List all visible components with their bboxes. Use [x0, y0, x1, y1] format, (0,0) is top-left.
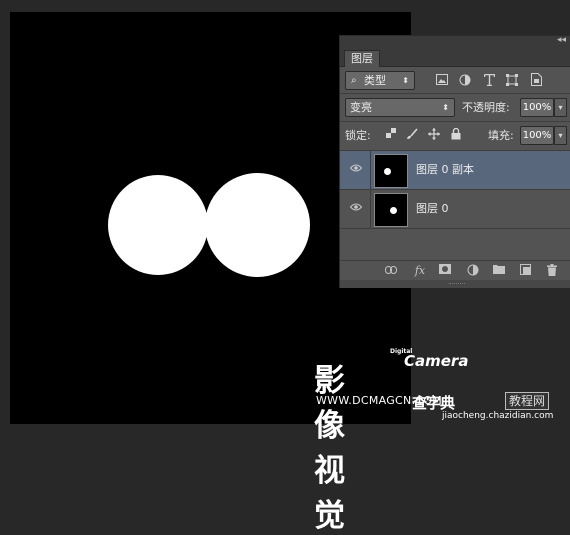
resize-grip[interactable] — [340, 280, 570, 288]
panel-header: ◂◂ — [340, 35, 570, 49]
watermark-chazidian: 查字典 教程网 jiaocheng.chazidian.com — [412, 392, 567, 422]
layer-name[interactable]: 图层 0 — [416, 201, 449, 217]
lock-all-icon[interactable] — [449, 127, 463, 142]
blend-row: 变亮 ⬍ 不透明度: 100% ▾ — [340, 94, 570, 121]
layer-thumbnail[interactable] — [374, 193, 408, 227]
shape-filter-icon[interactable] — [504, 71, 520, 88]
site-url: jiaocheng.chazidian.com — [442, 411, 554, 421]
opacity-input[interactable]: 100% — [520, 98, 554, 117]
tab-layers[interactable]: 图层 — [344, 50, 380, 67]
new-group-icon[interactable] — [492, 264, 506, 278]
layer-name[interactable]: 图层 0 副本 — [416, 162, 474, 178]
fill-label: 填充: — [488, 129, 514, 142]
lock-row: 锁定: 填充: 100% ▾ — [340, 122, 570, 149]
lock-brush-icon[interactable] — [405, 128, 419, 142]
blend-mode-label: 变亮 — [350, 101, 372, 114]
watermark-chinese: 影像视觉 — [314, 363, 345, 534]
site-tag: 教程网 — [505, 392, 550, 410]
new-layer-icon[interactable] — [518, 264, 532, 278]
search-icon: ⌕ — [351, 75, 357, 86]
fill-input[interactable]: 100% — [520, 126, 554, 145]
link-layers-icon[interactable] — [384, 264, 398, 278]
fx-icon[interactable]: fx — [413, 264, 427, 278]
white-circle-left — [108, 175, 208, 275]
fill-dropdown-icon[interactable]: ▾ — [554, 126, 567, 145]
panel-tabbar: 图层 — [340, 49, 570, 67]
lock-label: 锁定: — [345, 129, 371, 142]
lock-move-icon[interactable] — [427, 128, 441, 142]
lock-transparent-icon[interactable] — [384, 128, 398, 142]
blend-mode-select[interactable]: 变亮 ⬍ — [345, 98, 455, 117]
trash-icon[interactable] — [545, 264, 559, 278]
adjustment-layer-icon[interactable] — [466, 264, 480, 278]
opacity-dropdown-icon[interactable]: ▾ — [554, 98, 567, 117]
adjustment-filter-icon[interactable] — [457, 71, 473, 88]
select-arrows-icon: ⬍ — [402, 76, 409, 85]
image-filter-icon[interactable] — [434, 71, 450, 88]
visibility-toggle[interactable] — [340, 151, 371, 189]
site-logo: 查字典 — [412, 394, 455, 412]
layer-thumbnail[interactable] — [374, 154, 408, 188]
eye-icon[interactable] — [349, 203, 363, 213]
thumbnail-dot — [384, 168, 391, 175]
eye-icon[interactable] — [349, 164, 363, 174]
panel-footer: fx — [340, 260, 570, 280]
layer-row-copy[interactable]: 图层 0 副本 — [340, 151, 570, 190]
opacity-label: 不透明度: — [462, 101, 510, 114]
filter-kind-select[interactable]: ⌕ 类型 ⬍ — [345, 71, 415, 90]
layers-panel: ◂◂ 图层 ⌕ 类型 ⬍ 变亮 ⬍ 不透明度: 100% ▾ 锁定: 填充: 1… — [339, 35, 570, 288]
select-arrows-icon: ⬍ — [442, 103, 449, 112]
smart-object-filter-icon[interactable] — [528, 71, 544, 88]
filter-kind-label: 类型 — [364, 74, 386, 87]
layer-row-original[interactable]: 图层 0 — [340, 190, 570, 229]
thumbnail-dot — [390, 207, 397, 214]
collapse-icon[interactable]: ◂◂ — [557, 35, 566, 45]
add-mask-icon[interactable] — [438, 264, 452, 278]
type-filter-icon[interactable] — [481, 71, 497, 88]
watermark-camera: Camera — [404, 352, 469, 370]
filter-row: ⌕ 类型 ⬍ — [340, 67, 570, 93]
white-circle-right — [205, 173, 310, 277]
visibility-toggle[interactable] — [340, 190, 371, 228]
grip-dots — [449, 283, 465, 286]
